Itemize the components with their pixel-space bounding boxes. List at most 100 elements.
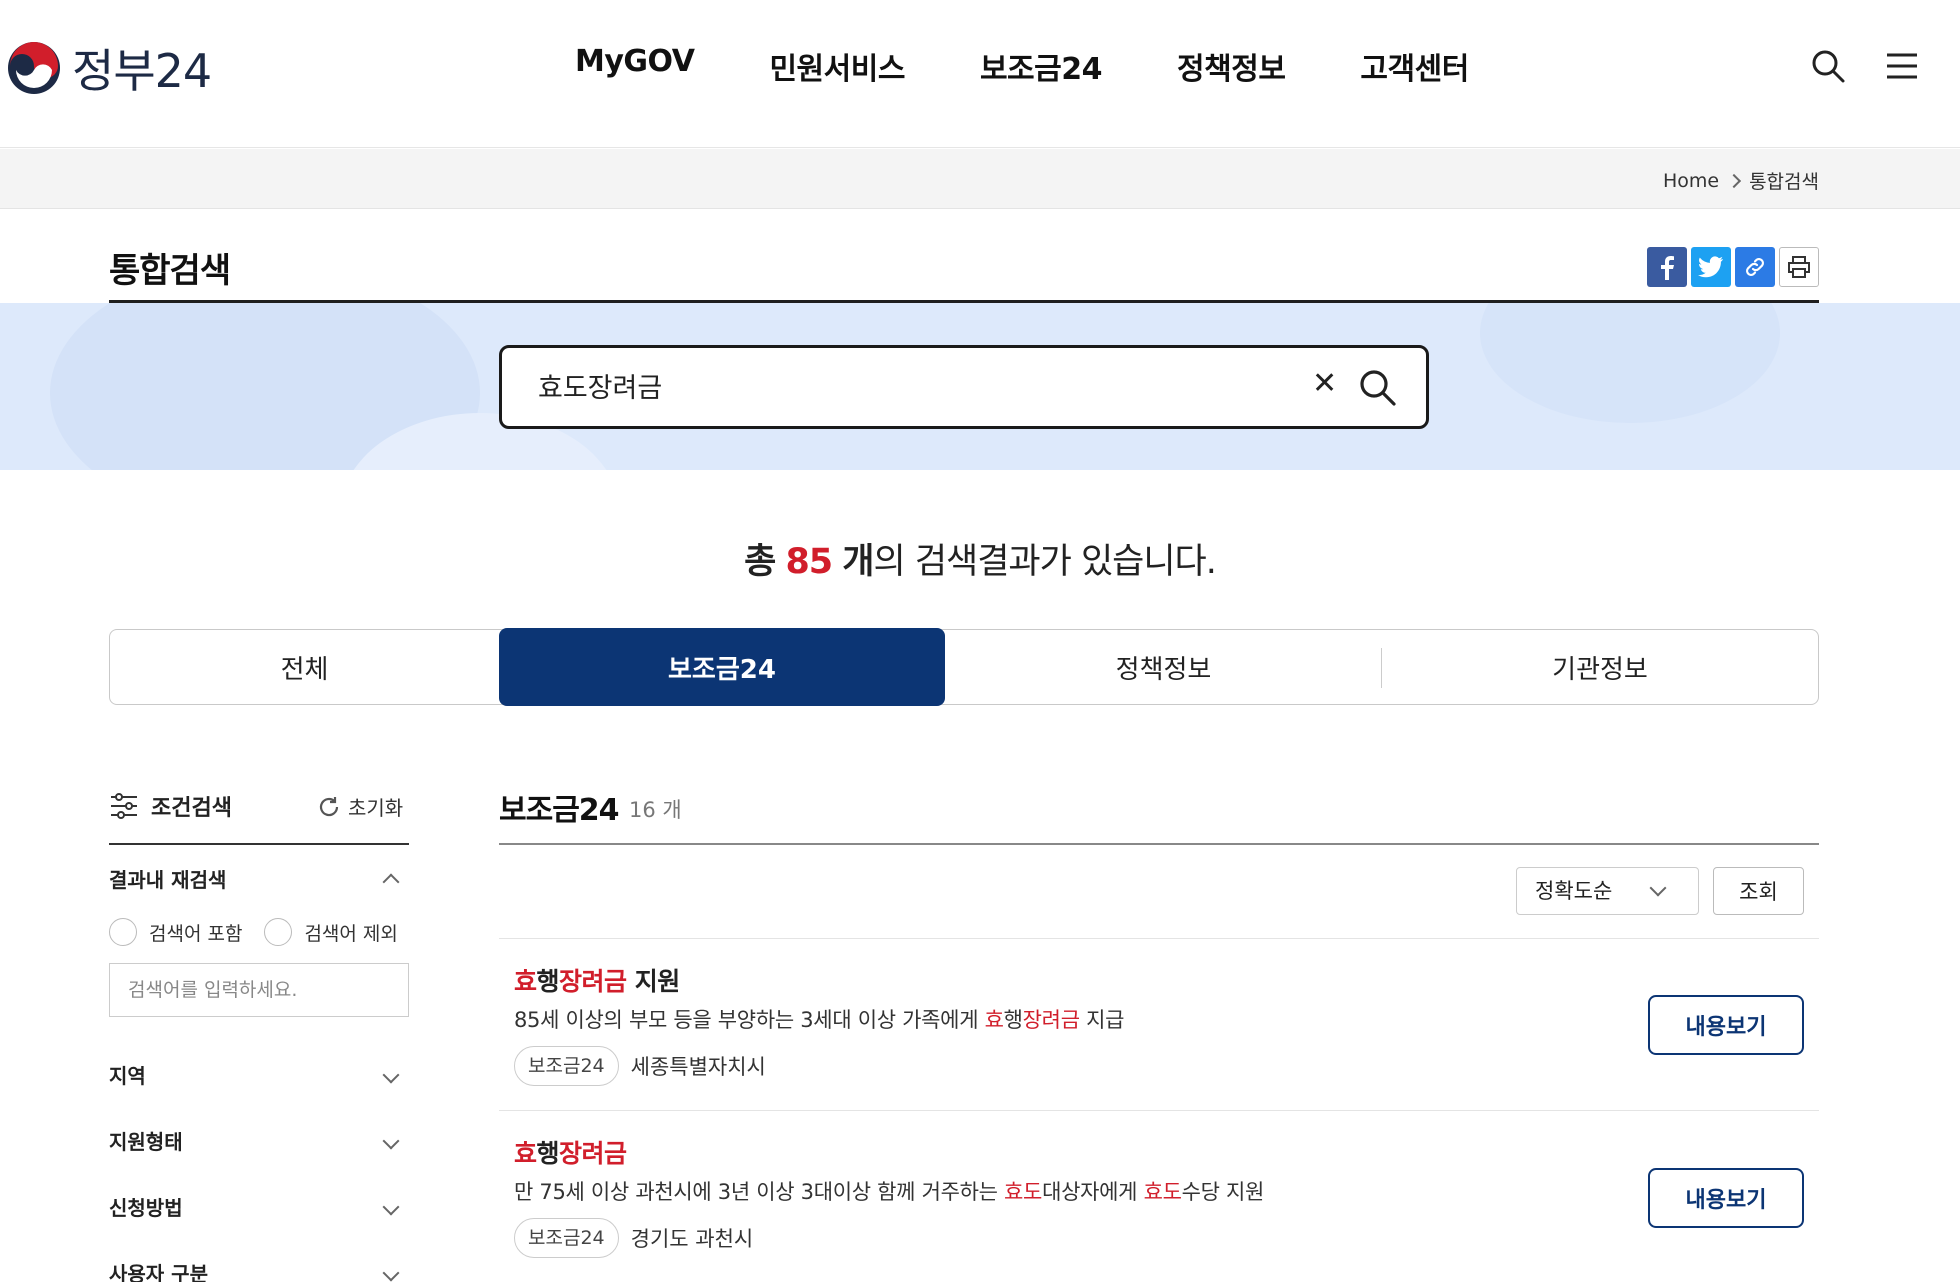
results-section-title: 보조금24 [499, 793, 620, 828]
copy-link-button[interactable] [1735, 247, 1775, 287]
category-badge: 보조금24 [514, 1218, 619, 1258]
search-icon[interactable] [1810, 48, 1846, 84]
title-text: 행 [536, 1139, 560, 1168]
view-details-button[interactable]: 내용보기 [1648, 1168, 1804, 1228]
chevron-down-icon [382, 1198, 400, 1215]
title-text: 지원 [626, 967, 681, 996]
breadcrumb-bar: Home 통합검색 [0, 149, 1960, 209]
result-item-title[interactable]: 효행장려금 [514, 1134, 1794, 1170]
result-count-number: 85 [785, 542, 833, 582]
facebook-icon [1661, 256, 1674, 280]
tab-label: 보조금24 [668, 654, 776, 685]
search-input[interactable] [538, 370, 1278, 401]
menu-icon[interactable] [1884, 48, 1920, 84]
result-item-meta: 보조금24 세종특별자치시 [514, 1046, 766, 1086]
refine-search-title: 결과내 재검색 [109, 868, 227, 892]
title-highlight: 효 [514, 967, 537, 996]
title-text: 행 [536, 967, 560, 996]
title-highlight: 장려금 [559, 967, 627, 996]
desc-text: 대상자에게 [1042, 1180, 1144, 1204]
desc-text: 85세 이상의 부모 등을 부양하는 3세대 이상 가족에게 [514, 1008, 985, 1032]
filter-region[interactable]: 지역 [109, 1060, 409, 1089]
decorative-shape [1480, 303, 1780, 423]
region-label: 세종특별자치시 [630, 1055, 766, 1079]
filter-apply-method-label: 신청방법 [109, 1196, 183, 1220]
include-radio[interactable] [109, 918, 137, 946]
refresh-icon [319, 796, 339, 816]
nav-subsidy24[interactable]: 보조금24 [980, 44, 1103, 88]
clear-icon[interactable]: ✕ [1312, 366, 1337, 401]
tab-subsidy24[interactable]: 보조금24 [499, 628, 945, 706]
sort-select[interactable]: 정확도순 [1516, 867, 1699, 915]
category-tabs: 전체 보조금24 정책정보 기관정보 [109, 628, 1819, 706]
breadcrumb: Home 통합검색 [1663, 167, 1819, 194]
result-item-meta: 보조금24 경기도 과천시 [514, 1218, 753, 1258]
filter-sliders-icon [111, 793, 137, 819]
nav-policy-info[interactable]: 정책정보 [1177, 44, 1286, 88]
desc-text: 지급 [1079, 1008, 1125, 1032]
result-item: 효행장려금 만 75세 이상 과천시에 3년 이상 3대이상 함께 거주하는 효… [514, 1134, 1794, 1258]
tab-all[interactable]: 전체 [110, 630, 499, 704]
filter-divider [109, 843, 409, 845]
results-divider [499, 843, 1819, 845]
filter-apply-method[interactable]: 신청방법 [109, 1192, 409, 1221]
exclude-radio[interactable] [264, 918, 293, 946]
main-nav: MyGOV 민원서비스 보조금24 정책정보 고객센터 [575, 44, 1544, 88]
desc-highlight: 효도 [1143, 1180, 1182, 1204]
filter-region-label: 지역 [109, 1064, 146, 1088]
nav-customer-center[interactable]: 고객센터 [1360, 44, 1469, 88]
print-button[interactable] [1779, 247, 1819, 287]
link-icon [1746, 258, 1764, 276]
twitter-share-button[interactable] [1691, 247, 1731, 287]
result-item-description: 85세 이상의 부모 등을 부양하는 3세대 이상 가족에게 효행장려금 지급 [514, 1004, 1124, 1034]
search-band: ✕ [0, 303, 1960, 470]
refine-radio-group: 검색어 포함 검색어 제외 [109, 918, 398, 946]
chevron-up-icon [382, 873, 400, 890]
exclude-radio-label: 검색어 제외 [304, 922, 398, 945]
refine-search-input[interactable]: 검색어를 입력하세요. [109, 963, 409, 1017]
result-count-suffix: 의 검색결과가 있습니다. [873, 542, 1217, 582]
nav-mygov[interactable]: MyGOV [575, 44, 695, 88]
desc-highlight: 효 [984, 1008, 1004, 1032]
view-button[interactable]: 조회 [1713, 867, 1804, 915]
filter-user-type[interactable]: 사용자 구분 [109, 1258, 409, 1282]
tab-label: 정책정보 [1115, 654, 1212, 685]
facebook-share-button[interactable] [1647, 247, 1687, 287]
view-details-button[interactable]: 내용보기 [1648, 995, 1804, 1055]
desc-text: 만 75세 이상 과천시에 3년 이상 3대이상 함께 거주하는 [514, 1180, 1005, 1204]
desc-text: 수당 지원 [1181, 1180, 1265, 1204]
title-highlight: 효 [514, 1139, 537, 1168]
category-badge: 보조금24 [514, 1046, 619, 1086]
chevron-down-icon [382, 1264, 400, 1281]
desc-highlight: 효도 [1004, 1180, 1043, 1204]
desc-highlight: 장려금 [1022, 1008, 1080, 1032]
nav-civil-services[interactable]: 민원서비스 [769, 44, 905, 88]
breadcrumb-home[interactable]: Home [1663, 170, 1719, 192]
filter-title: 조건검색 [151, 796, 232, 821]
region-label: 경기도 과천시 [630, 1227, 754, 1251]
result-count-text: 총 85 개의 검색결과가 있습니다. [0, 533, 1960, 584]
reset-button[interactable]: 초기화 [316, 792, 403, 821]
result-item-title[interactable]: 효행장려금 지원 [514, 962, 1794, 998]
result-item-description: 만 75세 이상 과천시에 3년 이상 3대이상 함께 거주하는 효도대상자에게… [514, 1176, 1264, 1206]
filter-support-type[interactable]: 지원형태 [109, 1126, 409, 1155]
tab-agency-info[interactable]: 기관정보 [1382, 630, 1818, 704]
filter-user-type-label: 사용자 구분 [109, 1262, 208, 1282]
chevron-down-icon [1649, 879, 1667, 897]
refine-search-toggle[interactable]: 결과내 재검색 [109, 864, 409, 893]
desc-text: 행 [1003, 1008, 1023, 1032]
tab-policy-info[interactable]: 정책정보 [945, 630, 1382, 704]
search-icon[interactable] [1357, 367, 1397, 407]
breadcrumb-current: 통합검색 [1749, 171, 1819, 193]
site-logo[interactable]: 정부24 [6, 38, 212, 98]
row-divider [499, 938, 1819, 939]
result-item: 효행장려금 지원 85세 이상의 부모 등을 부양하는 3세대 이상 가족에게 … [514, 962, 1794, 1086]
results-section-count: 16 개 [629, 798, 682, 822]
include-radio-label: 검색어 포함 [149, 922, 243, 945]
result-count-prefix: 총 [744, 542, 776, 582]
tab-label: 기관정보 [1552, 654, 1648, 685]
sort-select-value: 정확도순 [1535, 879, 1613, 903]
result-count-unit: 개 [842, 542, 874, 582]
chevron-down-icon [382, 1066, 400, 1083]
tab-label: 전체 [280, 654, 329, 685]
